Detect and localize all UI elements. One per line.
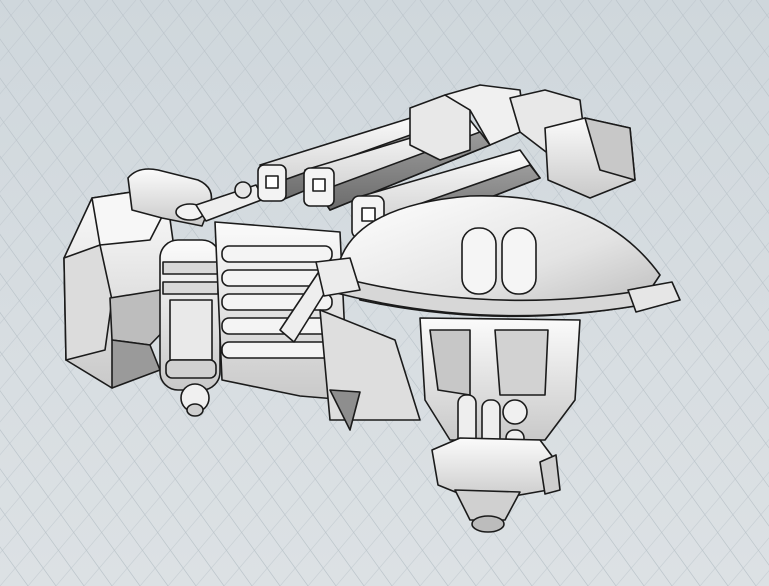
- turret-base: [431, 437, 561, 533]
- turret-model: [63, 84, 681, 533]
- 3d-viewport[interactable]: [0, 0, 769, 586]
- rear-column: [159, 239, 221, 417]
- viewport-canvas[interactable]: [0, 0, 769, 586]
